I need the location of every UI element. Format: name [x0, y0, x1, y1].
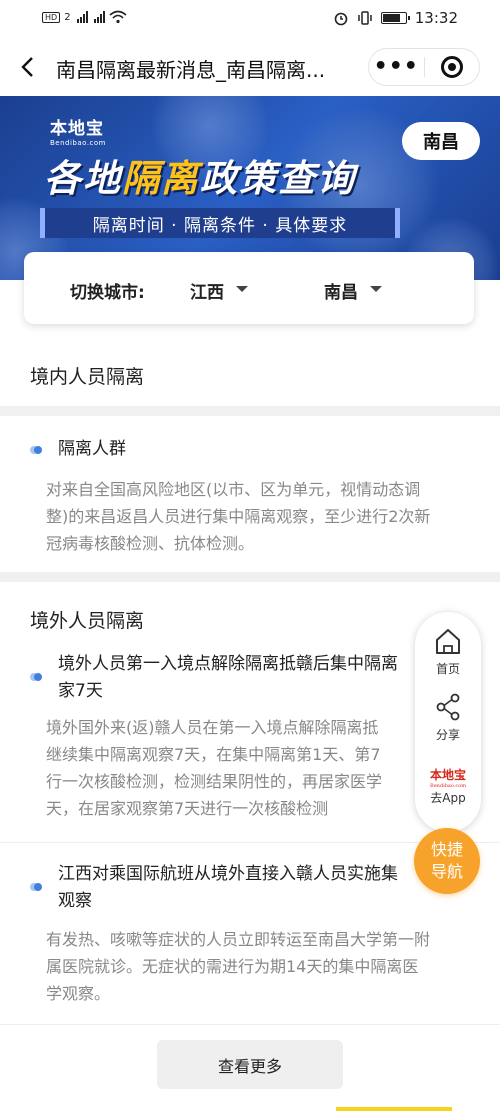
- bendibao-logo: 本地宝 Bendibao.com: [429, 768, 466, 789]
- bullet-icon: [30, 883, 44, 891]
- section-divider: [0, 572, 500, 582]
- status-right: 13:32: [333, 9, 458, 27]
- hd-icon: HD: [42, 11, 61, 23]
- caret-down-icon: [236, 285, 248, 292]
- quick-nav-button[interactable]: 快捷 导航: [414, 828, 480, 894]
- list-item-body: 有发热、咳嗽等症状的人员立即转运至南昌大学第一附 属医院就诊。无症状的需进行为期…: [46, 930, 431, 1003]
- wifi-icon: [109, 10, 127, 24]
- signal-icon: [76, 11, 88, 23]
- city-badge[interactable]: 南昌: [402, 122, 480, 160]
- list-item-body: 境外国外来(返)赣人员在第一入境点解除隔离抵 继续集中隔离观察7天，在集中隔离第…: [46, 718, 383, 818]
- floating-toolbar: 首页 分享 本地宝 Bendibao.com 去App: [415, 612, 481, 832]
- banner-subtitle: 隔离时间 · 隔离条件 · 具体要求: [40, 208, 400, 238]
- page-title: 南昌隔离最新消息_南昌隔离...: [56, 58, 326, 82]
- bullet-icon: [30, 673, 44, 681]
- battery-icon: [380, 12, 410, 24]
- share-icon: [436, 693, 460, 721]
- list-item-body: 对来自全国高风险地区(以市、区为单元，视情动态调 整)的来昌返昌人员进行集中隔离…: [46, 480, 431, 553]
- back-button[interactable]: [18, 55, 38, 79]
- city-select[interactable]: 南昌: [324, 278, 382, 303]
- view-more-button[interactable]: 查看更多: [157, 1040, 343, 1089]
- mini-program-capsule: •••: [368, 48, 480, 86]
- share-button[interactable]: 分享: [415, 692, 481, 743]
- province-select[interactable]: 江西: [190, 278, 248, 303]
- title-bar: 南昌隔离最新消息_南昌隔离... •••: [0, 38, 500, 96]
- bottom-accent-bar: [336, 1107, 452, 1111]
- home-icon: [436, 629, 460, 654]
- section-divider: [0, 406, 500, 416]
- chevron-left-icon: [21, 57, 33, 77]
- more-menu-button[interactable]: •••: [369, 56, 424, 78]
- close-mini-program-button[interactable]: [424, 56, 479, 78]
- item-divider: [0, 1024, 500, 1025]
- sim-label: 2: [64, 11, 71, 23]
- banner-headline: 各地隔离政策查询: [44, 157, 356, 200]
- section-title-overseas: 境外人员隔离: [30, 610, 145, 632]
- list-item-title[interactable]: 江西对乘国际航班从境外直接入赣人员实施集 观察: [30, 861, 398, 915]
- signal-icon-2: [93, 11, 105, 23]
- caret-down-icon: [370, 285, 382, 292]
- go-app-button[interactable]: 本地宝 Bendibao.com 去App: [415, 766, 481, 806]
- brand-logo: 本地宝 Bendibao.com: [50, 119, 107, 147]
- home-button[interactable]: 首页: [415, 626, 481, 677]
- city-switch-card: 切换城市: 江西 南昌: [24, 252, 474, 324]
- bullet-icon: [30, 446, 44, 454]
- alarm-icon: [334, 12, 348, 26]
- section-title-domestic: 境内人员隔离: [30, 366, 145, 388]
- status-bar: HD 2 13:32: [0, 0, 500, 38]
- target-icon: [440, 56, 463, 78]
- list-item-title[interactable]: 境外人员第一入境点解除隔离抵赣后集中隔离 家7天: [30, 651, 398, 705]
- vibrate-icon: [358, 11, 372, 25]
- status-indicators: HD 2: [42, 10, 127, 24]
- clock: 13:32: [414, 9, 458, 27]
- switch-city-label: 切换城市:: [70, 283, 145, 303]
- list-item-title[interactable]: 隔离人群: [30, 436, 126, 463]
